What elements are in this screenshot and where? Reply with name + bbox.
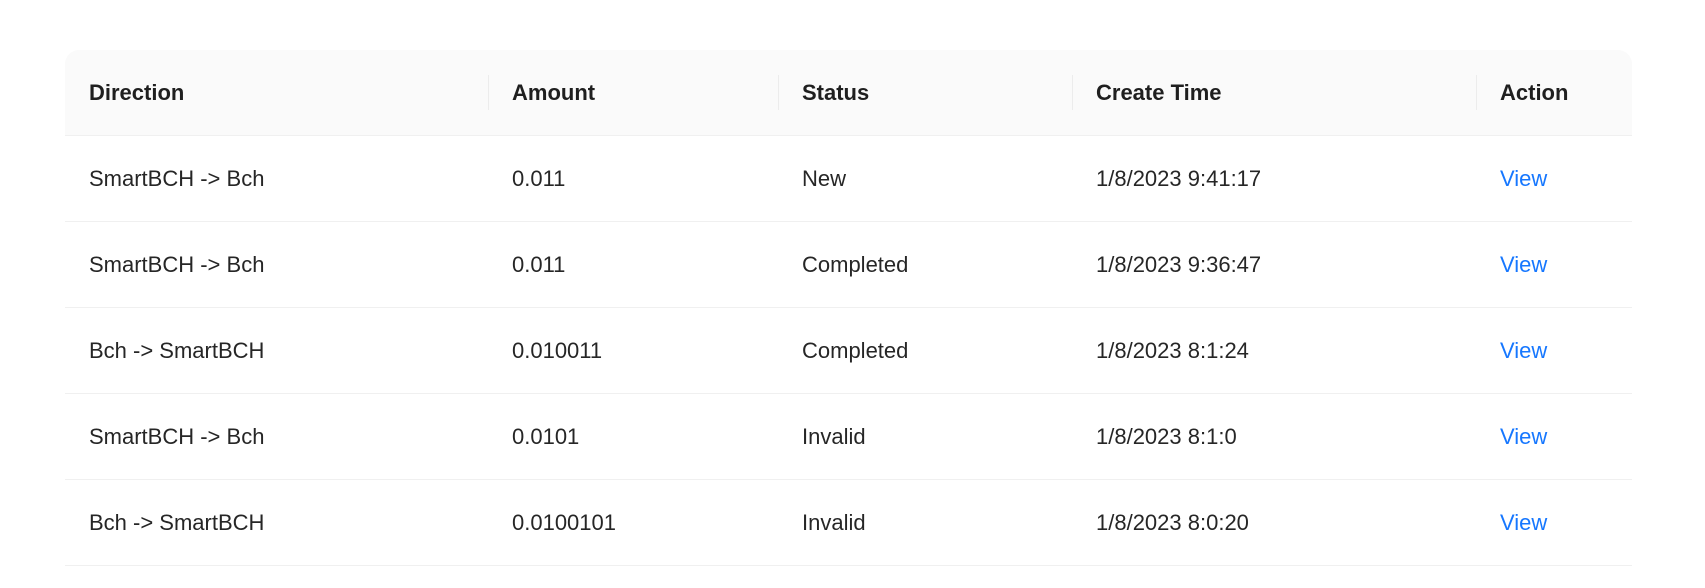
table-header-row: Direction Amount Status Create Time Acti…: [65, 50, 1632, 136]
column-header-label: Action: [1500, 79, 1569, 105]
amount-cell: 0.011: [488, 222, 778, 308]
status-cell: Completed: [778, 308, 1072, 394]
column-separator: [778, 75, 779, 110]
status-cell: Invalid: [778, 394, 1072, 480]
action-cell: View: [1476, 136, 1632, 222]
column-header-direction: Direction: [65, 50, 488, 136]
direction-cell: Bch -> SmartBCH: [65, 480, 488, 566]
column-header-label: Create Time: [1096, 79, 1222, 105]
action-cell: View: [1476, 480, 1632, 566]
table-row: SmartBCH -> Bch 0.011 New 1/8/2023 9:41:…: [65, 136, 1632, 222]
column-header-label: Status: [802, 79, 870, 105]
column-separator: [1476, 75, 1477, 110]
column-header-amount: Amount: [488, 50, 778, 136]
column-header-label: Direction: [89, 79, 185, 105]
table-row: Bch -> SmartBCH 0.010011 Completed 1/8/2…: [65, 308, 1632, 394]
column-header-create-time: Create Time: [1072, 50, 1476, 136]
table-body: SmartBCH -> Bch 0.011 New 1/8/2023 9:41:…: [65, 136, 1632, 566]
direction-cell: SmartBCH -> Bch: [65, 136, 488, 222]
status-cell: Completed: [778, 222, 1072, 308]
direction-cell: SmartBCH -> Bch: [65, 394, 488, 480]
view-link[interactable]: View: [1500, 510, 1547, 535]
status-cell: New: [778, 136, 1072, 222]
amount-cell: 0.010011: [488, 308, 778, 394]
amount-cell: 0.011: [488, 136, 778, 222]
create-time-cell: 1/8/2023 9:36:47: [1072, 222, 1476, 308]
column-separator: [1072, 75, 1073, 110]
table-row: SmartBCH -> Bch 0.011 Completed 1/8/2023…: [65, 222, 1632, 308]
table-row: Bch -> SmartBCH 0.0100101 Invalid 1/8/20…: [65, 480, 1632, 566]
action-cell: View: [1476, 394, 1632, 480]
view-link[interactable]: View: [1500, 252, 1547, 277]
direction-cell: Bch -> SmartBCH: [65, 308, 488, 394]
table-row: SmartBCH -> Bch 0.0101 Invalid 1/8/2023 …: [65, 394, 1632, 480]
table-header: Direction Amount Status Create Time Acti…: [65, 50, 1632, 136]
amount-cell: 0.0100101: [488, 480, 778, 566]
action-cell: View: [1476, 308, 1632, 394]
create-time-cell: 1/8/2023 9:41:17: [1072, 136, 1476, 222]
orders-table: Direction Amount Status Create Time Acti…: [65, 50, 1632, 566]
create-time-cell: 1/8/2023 8:1:24: [1072, 308, 1476, 394]
column-header-label: Amount: [512, 79, 596, 105]
column-separator: [488, 75, 489, 110]
direction-cell: SmartBCH -> Bch: [65, 222, 488, 308]
view-link[interactable]: View: [1500, 338, 1547, 363]
amount-cell: 0.0101: [488, 394, 778, 480]
view-link[interactable]: View: [1500, 166, 1547, 191]
create-time-cell: 1/8/2023 8:0:20: [1072, 480, 1476, 566]
orders-table-container: Direction Amount Status Create Time Acti…: [65, 50, 1632, 566]
action-cell: View: [1476, 222, 1632, 308]
column-header-status: Status: [778, 50, 1072, 136]
view-link[interactable]: View: [1500, 424, 1547, 449]
column-header-action: Action: [1476, 50, 1632, 136]
create-time-cell: 1/8/2023 8:1:0: [1072, 394, 1476, 480]
status-cell: Invalid: [778, 480, 1072, 566]
